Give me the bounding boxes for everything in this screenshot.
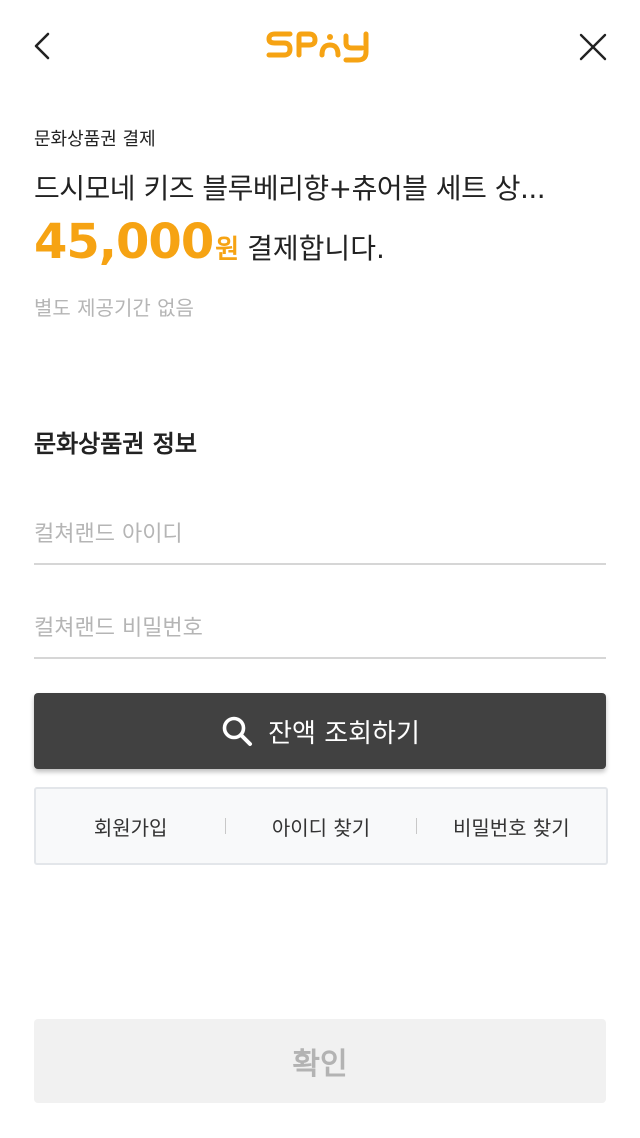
confirm-label: 확인 <box>292 1047 348 1082</box>
account-links: 회원가입 아이디 찾기 비밀번호 찾기 <box>34 787 608 865</box>
close-icon <box>579 33 607 61</box>
find-id-link[interactable]: 아이디 찾기 <box>226 812 415 841</box>
check-balance-label: 잔액 조회하기 <box>268 718 420 749</box>
check-balance-button[interactable]: 잔액 조회하기 <box>34 693 606 769</box>
amount-value: 45,000 <box>34 214 214 270</box>
back-button[interactable] <box>26 24 70 68</box>
amount-unit: 원 <box>215 235 240 265</box>
top-bar <box>0 0 640 92</box>
search-icon <box>222 716 253 746</box>
payment-method-label: 문화상품권 결제 <box>34 129 156 150</box>
cultureland-id-input[interactable] <box>34 505 606 565</box>
cultureland-password-input[interactable] <box>34 599 606 659</box>
spay-logo <box>266 31 369 63</box>
close-button[interactable] <box>570 24 616 70</box>
service-period-notice: 별도 제공기간 없음 <box>34 296 194 320</box>
chevron-left-icon <box>34 32 50 60</box>
amount-suffix: 결제합니다. <box>247 232 385 265</box>
confirm-button[interactable]: 확인 <box>34 1019 606 1103</box>
voucher-section-title: 문화상품권 정보 <box>34 430 197 458</box>
find-password-link[interactable]: 비밀번호 찾기 <box>417 812 606 841</box>
payment-amount: 45,000원 결제합니다. <box>34 214 385 274</box>
product-title: 드시모네 키즈 블루베리향+츄어블 세트 상... <box>34 172 546 205</box>
signup-link[interactable]: 회원가입 <box>36 812 225 841</box>
